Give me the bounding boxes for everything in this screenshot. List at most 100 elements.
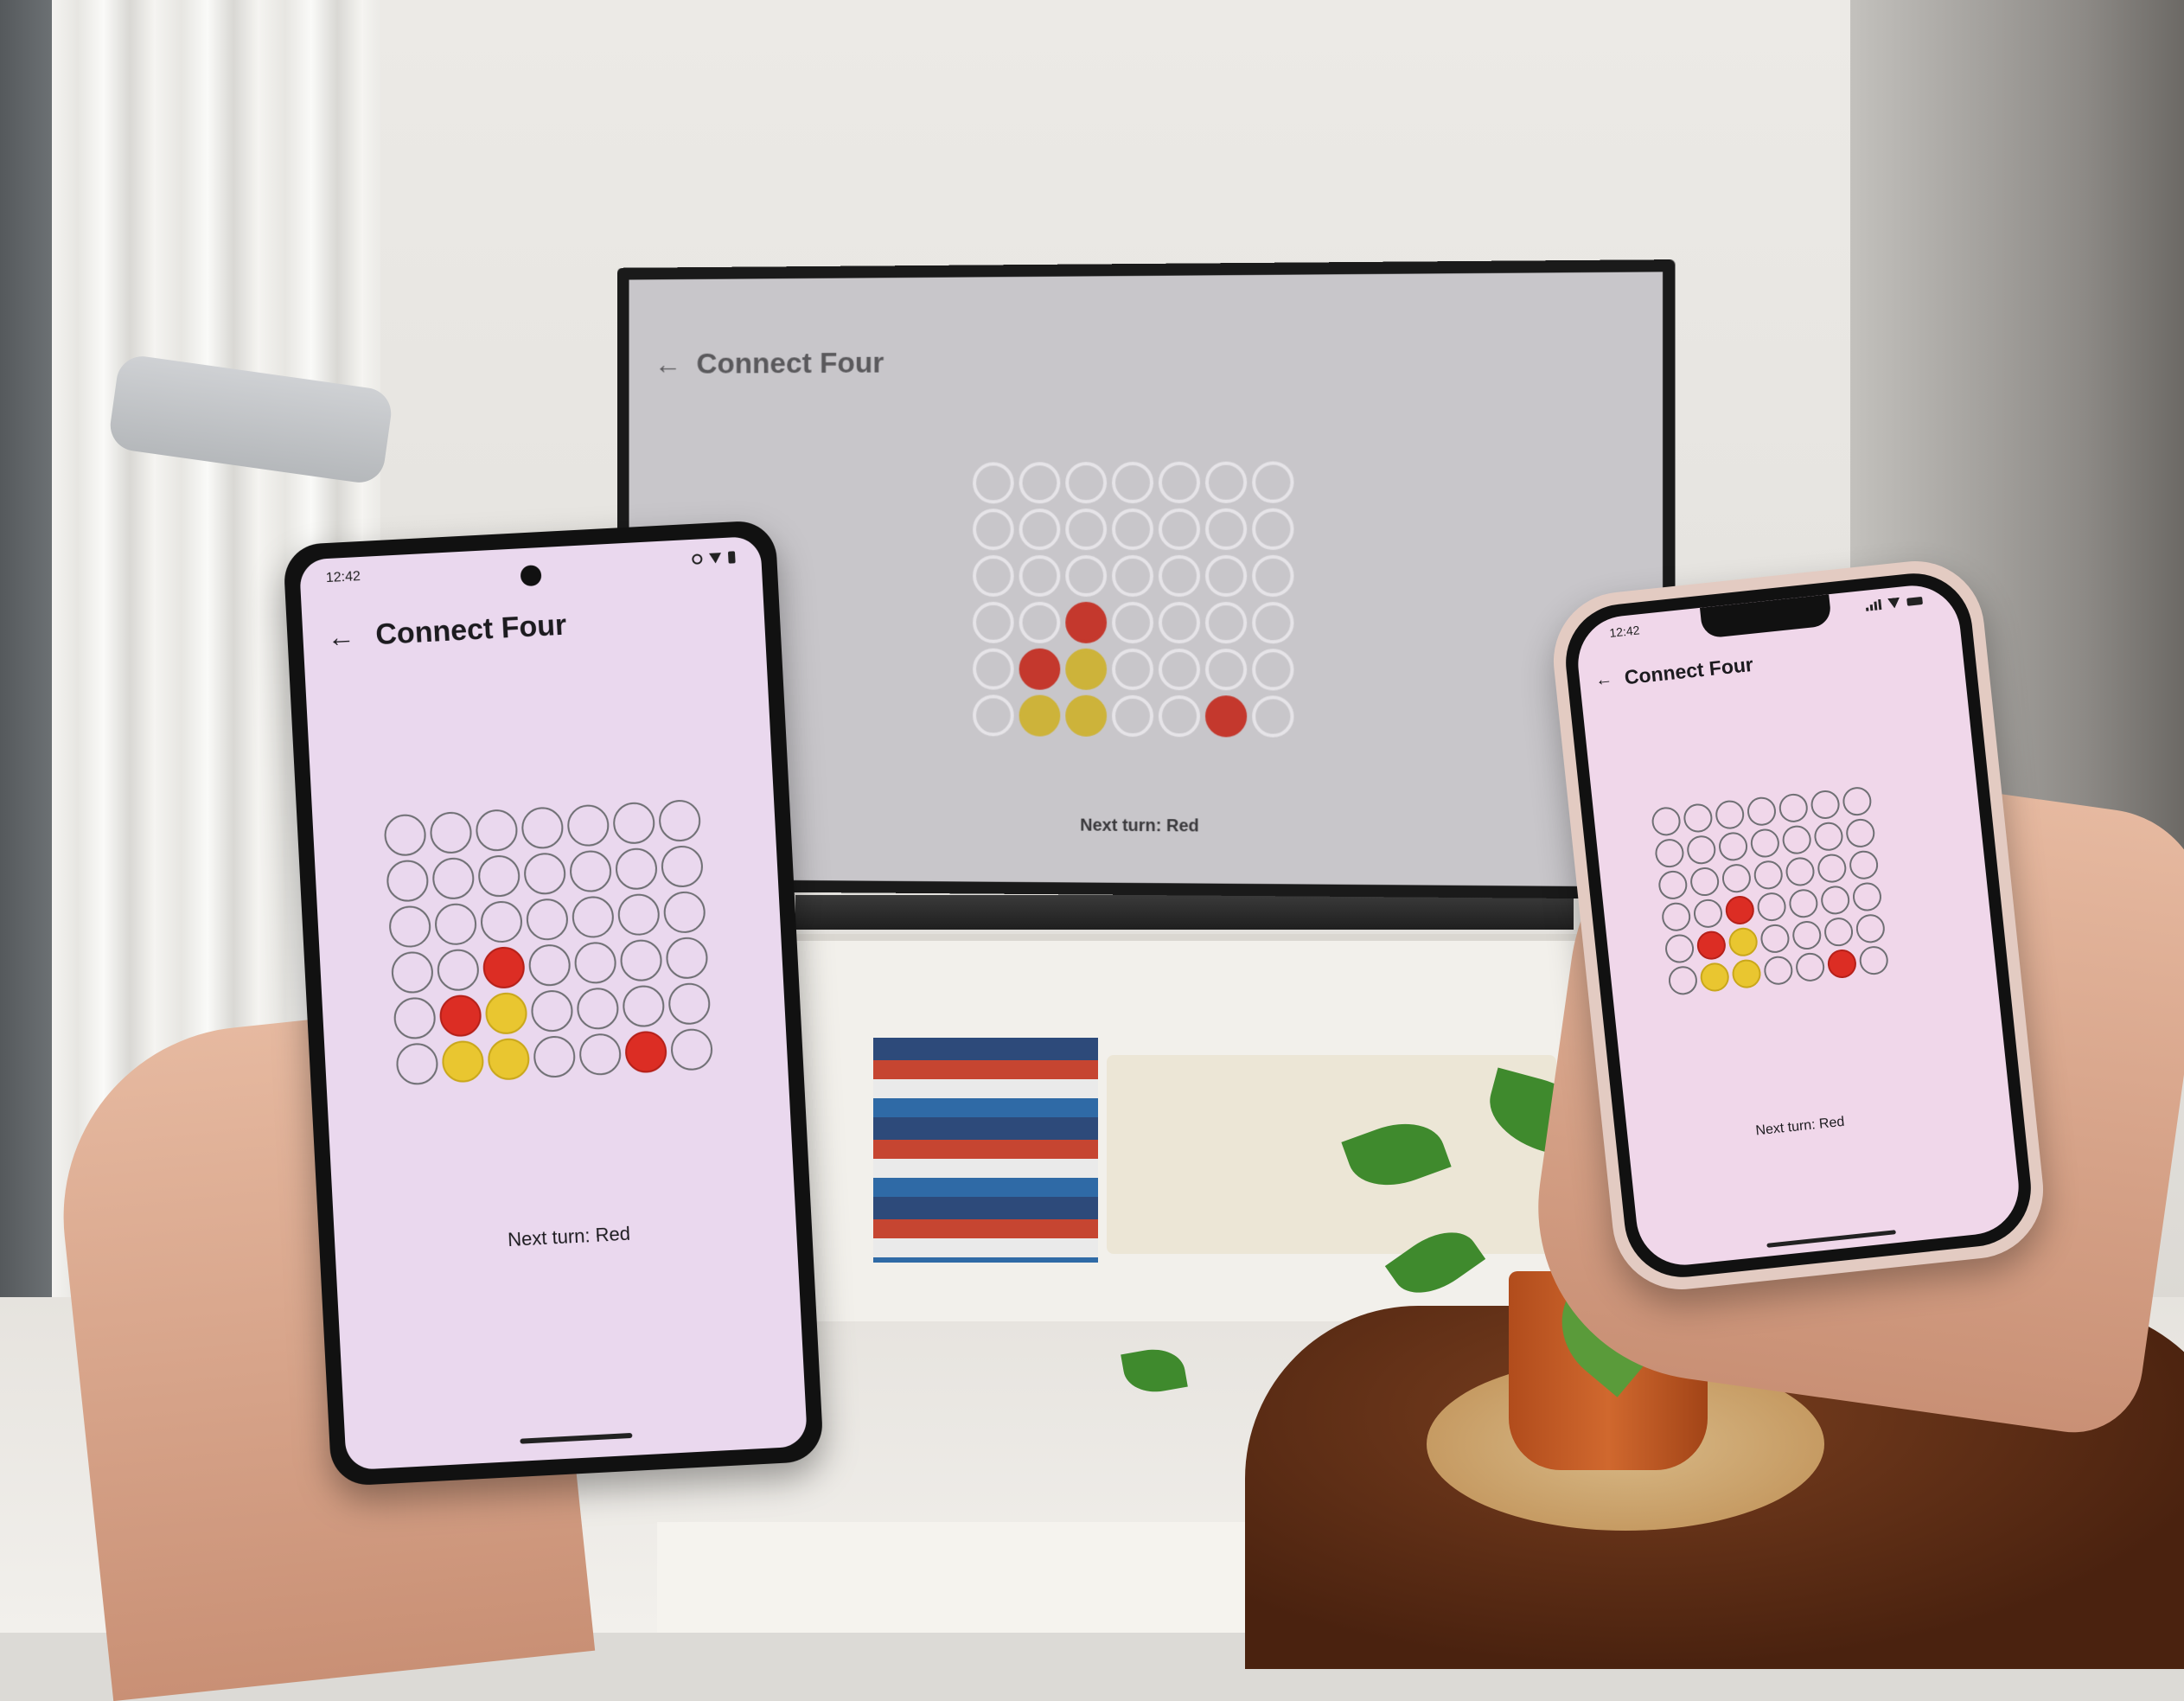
empty-slot[interactable] [388,905,431,948]
empty-slot[interactable] [619,938,662,982]
empty-slot[interactable] [1823,917,1854,948]
empty-slot[interactable] [576,987,619,1030]
empty-slot[interactable] [526,898,569,941]
empty-slot[interactable] [1689,866,1720,897]
empty-slot[interactable] [429,811,472,854]
home-indicator[interactable] [1766,1230,1896,1248]
empty-slot[interactable] [1683,803,1714,834]
empty-slot[interactable] [1756,891,1787,922]
yellow-disc[interactable] [441,1039,484,1083]
empty-slot[interactable] [1858,944,1889,975]
empty-slot[interactable] [1845,817,1876,848]
yellow-disc[interactable] [484,992,527,1035]
empty-slot[interactable] [1753,860,1784,891]
empty-slot[interactable] [612,802,655,845]
shelf-books [873,1038,1098,1263]
red-disc[interactable] [1826,948,1857,979]
empty-slot[interactable] [520,806,564,849]
empty-slot[interactable] [480,900,523,943]
empty-slot[interactable] [527,943,571,987]
empty-slot[interactable] [1717,831,1748,862]
empty-slot[interactable] [1785,856,1816,887]
empty-slot[interactable] [475,809,518,852]
empty-slot[interactable] [434,903,477,946]
empty-slot[interactable] [533,1035,576,1078]
empty-slot [1205,649,1247,690]
empty-slot[interactable] [431,857,475,900]
empty-slot[interactable] [662,891,706,934]
empty-slot[interactable] [1781,824,1812,855]
empty-slot[interactable] [1794,951,1825,982]
empty-slot[interactable] [572,895,615,938]
empty-slot[interactable] [1749,828,1780,859]
yellow-disc[interactable] [487,1038,530,1081]
empty-slot[interactable] [1664,933,1695,964]
empty-slot[interactable] [1855,913,1886,944]
yellow-disc[interactable] [1731,958,1762,989]
empty-slot[interactable] [617,892,661,936]
empty-slot [1112,695,1153,737]
android-game-board[interactable] [383,799,713,1086]
empty-slot[interactable] [386,859,429,902]
back-arrow-icon[interactable]: ← [655,349,681,380]
empty-slot[interactable] [1788,888,1819,919]
empty-slot[interactable] [573,941,616,984]
empty-slot[interactable] [658,799,701,842]
empty-slot[interactable] [1661,901,1692,932]
empty-slot [1065,508,1107,550]
empty-slot[interactable] [1651,806,1682,837]
back-arrow-icon[interactable]: ← [1594,669,1613,691]
empty-slot[interactable] [665,937,708,980]
empty-slot[interactable] [661,845,704,888]
red-disc[interactable] [624,1030,667,1073]
empty-slot[interactable] [1778,792,1809,823]
empty-slot[interactable] [578,1033,622,1076]
red-disc [1019,649,1061,690]
empty-slot[interactable] [1654,837,1685,868]
red-disc[interactable] [482,946,526,989]
empty-slot[interactable] [393,996,436,1039]
empty-slot[interactable] [1746,796,1777,827]
empty-slot[interactable] [1848,849,1879,880]
empty-slot[interactable] [395,1042,438,1085]
red-disc [1065,602,1107,643]
iphone-game-board[interactable] [1651,785,1889,995]
empty-slot[interactable] [1791,919,1823,950]
empty-slot[interactable] [1810,789,1841,820]
empty-slot[interactable] [1842,785,1873,816]
empty-slot[interactable] [670,1027,713,1071]
red-disc[interactable] [1695,930,1727,961]
empty-slot[interactable] [569,849,612,892]
empty-slot[interactable] [1813,821,1844,852]
empty-slot[interactable] [667,982,711,1026]
empty-slot[interactable] [1817,853,1848,884]
yellow-disc [1019,695,1061,737]
empty-slot[interactable] [523,852,566,895]
back-arrow-icon[interactable]: ← [327,620,356,654]
red-disc[interactable] [1724,894,1755,925]
empty-slot[interactable] [622,984,665,1027]
yellow-disc[interactable] [1699,962,1730,993]
empty-slot[interactable] [383,813,426,856]
empty-slot[interactable] [1715,799,1746,830]
empty-slot[interactable] [530,989,573,1033]
empty-slot[interactable] [391,950,434,994]
empty-slot[interactable] [1686,835,1717,866]
empty-slot[interactable] [1667,965,1698,996]
empty-slot[interactable] [1820,885,1851,916]
empty-slot[interactable] [1657,869,1689,900]
empty-slot[interactable] [1851,881,1882,912]
red-disc[interactable] [438,994,482,1037]
home-indicator[interactable] [520,1433,632,1444]
empty-slot[interactable] [477,854,520,898]
yellow-disc[interactable] [1727,926,1759,957]
empty-slot[interactable] [437,948,480,991]
empty-slot[interactable] [566,803,610,847]
empty-slot[interactable] [1721,863,1752,894]
empty-slot[interactable] [1759,923,1791,954]
wifi-icon [1887,598,1900,609]
empty-slot[interactable] [1692,898,1723,929]
empty-slot [1205,462,1247,503]
empty-slot[interactable] [615,847,658,891]
empty-slot[interactable] [1763,955,1794,986]
